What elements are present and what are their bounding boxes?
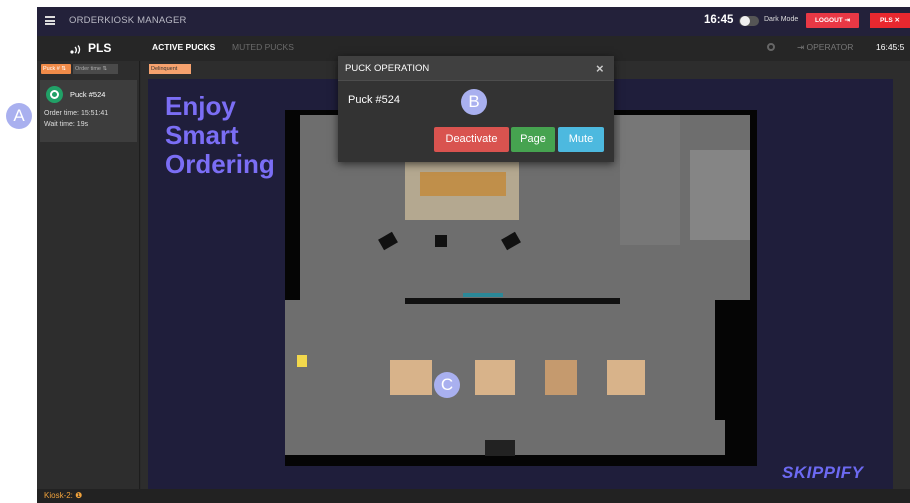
tab-active-pucks[interactable]: ACTIVE PUCKS bbox=[152, 42, 215, 52]
floor-plan-drawing bbox=[285, 110, 757, 466]
order-time: Order time: 15:51:41 bbox=[44, 110, 109, 117]
signal-icon bbox=[70, 45, 81, 54]
pls-label: PLS bbox=[880, 17, 893, 24]
logout-icon: ⇥ bbox=[844, 17, 851, 24]
operator-label[interactable]: ⇥ OPERATOR bbox=[797, 42, 853, 53]
kiosk-label: Kiosk-2: bbox=[44, 491, 73, 500]
operator-time: 16:45:5 bbox=[876, 42, 905, 52]
wait-time: Wait time: 19s bbox=[44, 121, 89, 128]
sort-chip-order-time[interactable]: Order time ⇅ bbox=[73, 64, 118, 74]
gear-icon[interactable] bbox=[767, 43, 775, 51]
kiosk-status: Kiosk-2: ❶ bbox=[44, 491, 82, 500]
operator-icon: ⇥ bbox=[797, 42, 805, 52]
pls-logo: PLS bbox=[88, 41, 112, 55]
puck-name: Puck #524 bbox=[70, 90, 106, 99]
info-icon: ❶ bbox=[75, 491, 83, 500]
operator-text: OPERATOR bbox=[806, 42, 854, 52]
sort-chip-order-label: Order time bbox=[75, 66, 101, 72]
modal-puck-name: Puck #524 bbox=[348, 94, 400, 106]
hamburger-menu-icon[interactable] bbox=[45, 16, 55, 25]
pls-close-button[interactable]: PLS ✕ bbox=[870, 13, 910, 28]
brand-logo: SKIPPIFY bbox=[782, 463, 864, 482]
map-headline: Enjoy Smart Ordering bbox=[165, 91, 275, 179]
bottom-bar: Kiosk-2: ❶ bbox=[37, 489, 910, 503]
page-button[interactable]: Page bbox=[511, 127, 555, 152]
clock: 16:45 bbox=[704, 14, 734, 26]
tab-muted-pucks[interactable]: MUTED PUCKS bbox=[232, 42, 294, 52]
mute-button[interactable]: Mute bbox=[558, 127, 604, 152]
dark-mode-label: Dark Mode bbox=[764, 16, 799, 23]
logout-button[interactable]: LOGOUT ⇥ bbox=[806, 13, 859, 28]
top-bar: ORDERKIOSK MANAGER 16:45 Dark Mode LOGOU… bbox=[37, 7, 910, 36]
puck-list-panel: Puck # ⇅ Order time ⇅ Puck #524 Order ti… bbox=[37, 61, 140, 489]
floor-plan bbox=[285, 110, 757, 466]
modal-title: PUCK OPERATION bbox=[345, 63, 430, 74]
annotation-marker-a: A bbox=[6, 103, 32, 129]
annotation-marker-c: C bbox=[434, 372, 460, 398]
puck-target-icon bbox=[46, 86, 63, 103]
close-icon[interactable]: × bbox=[596, 61, 604, 76]
sort-chip-puck-label: Puck # bbox=[43, 66, 60, 72]
close-icon: ✕ bbox=[894, 17, 900, 24]
deactivate-button[interactable]: Deactivate bbox=[434, 127, 509, 152]
filter-chip-delinquent[interactable]: Delinquent bbox=[149, 64, 191, 74]
sort-chip-puck[interactable]: Puck # ⇅ bbox=[41, 64, 71, 74]
app-title: ORDERKIOSK MANAGER bbox=[69, 15, 187, 26]
dark-mode-toggle[interactable] bbox=[739, 16, 759, 26]
puck-card[interactable]: Puck #524 Order time: 15:51:41 Wait time… bbox=[40, 80, 137, 142]
logout-label: LOGOUT bbox=[814, 17, 843, 24]
annotation-marker-b: B bbox=[461, 89, 487, 115]
modal-header: PUCK OPERATION × bbox=[338, 56, 614, 81]
